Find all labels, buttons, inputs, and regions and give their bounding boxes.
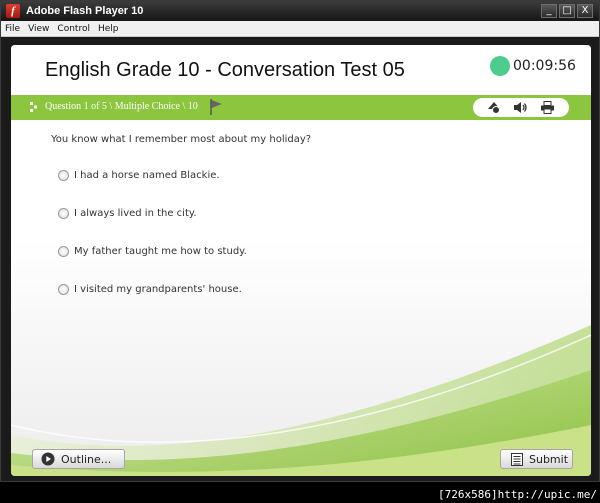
drag-dots-icon	[30, 102, 37, 112]
flash-icon: f	[6, 4, 20, 18]
document-icon	[511, 452, 523, 466]
choice-label: I had a horse named Blackie.	[74, 169, 220, 181]
minimize-button[interactable]: _	[541, 4, 557, 18]
outline-label: Outline...	[61, 452, 112, 466]
flash-player-window: f Adobe Flash Player 10 _ □ X File View …	[0, 0, 600, 482]
question-info: Question 1 of 5 \ Multiple Choice \ 10	[45, 101, 198, 112]
choice-label: I visited my grandparents' house.	[74, 283, 242, 295]
quiz-panel: English Grade 10 - Conversation Test 05 …	[11, 45, 591, 476]
accessibility-icon[interactable]	[486, 101, 502, 115]
close-button[interactable]: X	[577, 4, 593, 18]
outline-button[interactable]: Outline...	[32, 449, 125, 469]
question-text: You know what I remember most about my h…	[51, 134, 312, 145]
choice-label: I always lived in the city.	[74, 207, 197, 219]
window-controls: _ □ X	[541, 4, 593, 18]
window-title: Adobe Flash Player 10	[26, 5, 144, 17]
speaker-icon[interactable]	[513, 101, 529, 115]
radio-button[interactable]	[58, 283, 69, 295]
timer-readout: 00:09:56	[513, 58, 576, 74]
menu-bar: File View Control Help	[1, 21, 599, 37]
timer-indicator	[490, 56, 510, 76]
choice-3[interactable]: My father taught me how to study.	[58, 244, 247, 258]
printer-icon[interactable]	[540, 101, 556, 115]
choice-1[interactable]: I had a horse named Blackie.	[58, 168, 220, 182]
choice-4[interactable]: I visited my grandparents' house.	[58, 282, 242, 296]
flag-icon[interactable]	[209, 98, 223, 116]
menu-file[interactable]: File	[1, 24, 24, 34]
menu-view[interactable]: View	[24, 24, 53, 34]
choice-2[interactable]: I always lived in the city.	[58, 206, 197, 220]
maximize-button[interactable]: □	[559, 4, 575, 18]
watermark: [726x586]http://upic.me/	[438, 485, 600, 503]
menu-control[interactable]: Control	[53, 24, 94, 34]
radio-button[interactable]	[58, 207, 69, 219]
submit-button[interactable]: Submit	[500, 449, 573, 469]
page-title: English Grade 10 - Conversation Test 05	[45, 59, 405, 81]
play-circle-icon	[41, 452, 55, 466]
tool-group	[473, 98, 569, 117]
submit-label: Submit	[529, 452, 569, 466]
menu-help[interactable]: Help	[94, 24, 123, 34]
radio-button[interactable]	[58, 169, 69, 181]
choice-label: My father taught me how to study.	[74, 245, 247, 257]
question-bar: Question 1 of 5 \ Multiple Choice \ 10	[11, 95, 591, 120]
radio-button[interactable]	[58, 245, 69, 257]
title-bar: f Adobe Flash Player 10 _ □ X	[1, 1, 599, 21]
